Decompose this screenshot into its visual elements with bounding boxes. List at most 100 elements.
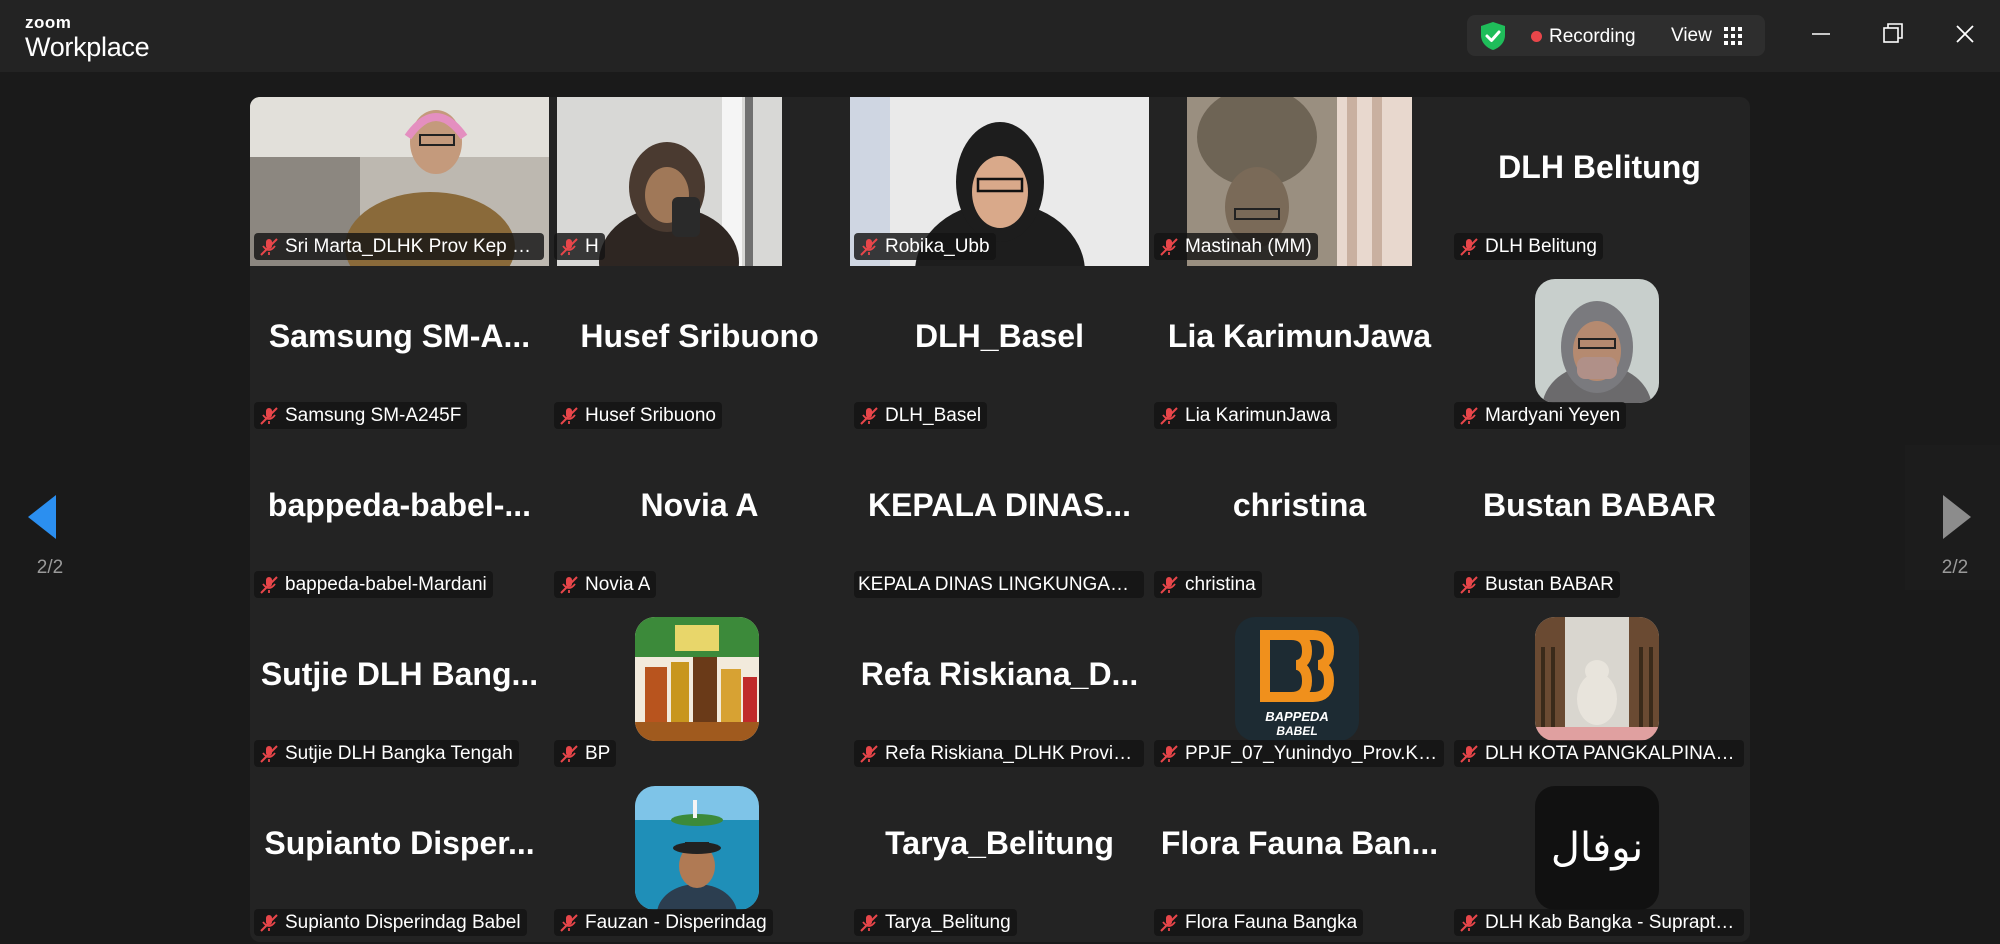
participant-nametag: BP	[554, 740, 617, 767]
participant-nametag: bappeda-babel-Mardani	[254, 571, 493, 598]
cat-window-avatar	[1535, 617, 1659, 741]
participant-display-name: Refa Riskiana_D...	[860, 656, 1139, 692]
participant-tile[interactable]: Flora Fauna Ban... Flora Fauna Bangka	[1150, 773, 1449, 942]
participant-name: Flora Fauna Bangka	[1185, 911, 1358, 933]
participant-display-name: DLH_Basel	[915, 318, 1084, 354]
beach-selfie-avatar	[635, 786, 759, 910]
svg-text:BAPPEDA: BAPPEDA	[1265, 709, 1329, 724]
participant-tile[interactable]: Fauzan - Disperindag	[550, 773, 849, 942]
muted-mic-icon	[560, 575, 578, 594]
recording-label[interactable]: Recording	[1549, 26, 1636, 48]
participant-tile[interactable]: Lia KarimunJawa Lia KarimunJawa	[1150, 266, 1449, 435]
participant-nametag: christina	[1154, 571, 1262, 598]
participant-tile[interactable]: Sutjie DLH Bang... Sutjie DLH Bangka Ten…	[250, 604, 549, 773]
next-page-nav[interactable]: 2/2	[1905, 445, 2000, 590]
participant-tile[interactable]: Samsung SM-A... Samsung SM-A245F	[250, 266, 549, 435]
participant-name: Refa Riskiana_DLHK Provinsi...	[885, 742, 1138, 764]
previous-page-nav[interactable]: 2/2	[0, 445, 100, 590]
participant-tile[interactable]: BP	[550, 604, 849, 773]
arabic-text-avatar: نوفال	[1535, 786, 1659, 910]
muted-mic-icon	[260, 913, 278, 932]
participant-nametag: Sri Marta_DLHK Prov Kep Ba...	[254, 233, 544, 260]
participant-tile[interactable]: Supianto Disper... Supianto Disperindag …	[250, 773, 549, 942]
participant-name: Sutjie DLH Bangka Tengah	[285, 742, 513, 764]
muted-mic-icon	[560, 913, 578, 932]
zoom-workplace-logo: zoom Workplace	[25, 14, 150, 61]
participant-tile[interactable]: Mastinah (MM)	[1150, 97, 1449, 266]
participant-tile[interactable]: DLH KOTA PANGKALPINANG	[1450, 604, 1749, 773]
muted-mic-icon	[1160, 406, 1178, 425]
participant-name: DLH Belitung	[1485, 235, 1597, 257]
participant-name: Novia A	[585, 573, 651, 595]
participant-name: Mastinah (MM)	[1185, 235, 1312, 257]
participant-nametag: Bustan BABAR	[1454, 571, 1620, 598]
participant-tile[interactable]: Bustan BABAR Bustan BABAR	[1450, 435, 1749, 604]
participant-display-name: Tarya_Belitung	[885, 825, 1114, 861]
participant-tile[interactable]: Mardyani Yeyen	[1450, 266, 1749, 435]
participant-name: KEPALA DINAS LINGKUNGAN ...	[858, 573, 1138, 595]
muted-mic-icon	[1460, 406, 1478, 425]
svg-text:BABEL: BABEL	[1276, 724, 1317, 738]
close-button[interactable]	[1945, 14, 1985, 54]
participant-nametag: DLH Kab Bangka - Suprapti J...	[1454, 909, 1744, 936]
participant-tile[interactable]: KEPALA DINAS... KEPALA DINAS LINGKUNGAN …	[850, 435, 1149, 604]
participant-nametag: Mastinah (MM)	[1154, 233, 1318, 260]
participant-name: BP	[585, 742, 611, 764]
participant-display-name: Bustan BABAR	[1483, 487, 1716, 523]
shield-check-icon[interactable]	[1479, 21, 1507, 51]
participant-name: Sri Marta_DLHK Prov Kep Ba...	[285, 235, 538, 257]
participant-nametag: DLH KOTA PANGKALPINANG	[1454, 740, 1744, 767]
participant-gallery: Sri Marta_DLHK Prov Kep Ba... H Robika_U…	[250, 97, 1750, 942]
muted-mic-icon	[1160, 575, 1178, 594]
arrow-right-icon[interactable]	[1943, 495, 1971, 539]
participant-nametag: Lia KarimunJawa	[1154, 402, 1337, 429]
participant-tile[interactable]: DLH Belitung DLH Belitung	[1450, 97, 1749, 266]
participant-name: Fauzan - Disperindag	[585, 911, 767, 933]
participant-display-name: Husef Sribuono	[580, 318, 819, 354]
restore-button[interactable]	[1873, 14, 1913, 54]
participant-tile[interactable]: Novia A Novia A	[550, 435, 849, 604]
muted-mic-icon	[860, 744, 878, 763]
muted-mic-icon	[1160, 913, 1178, 932]
participant-tile[interactable]: BAPPEDA BABEL PPJF_07_Yunindyo_Prov.Kep.…	[1150, 604, 1449, 773]
participant-nametag: Novia A	[554, 571, 657, 598]
participant-display-name: Sutjie DLH Bang...	[260, 656, 539, 692]
participant-nametag: Flora Fauna Bangka	[1154, 909, 1364, 936]
arrow-left-icon[interactable]	[28, 495, 56, 539]
page-indicator-right: 2/2	[1941, 557, 1969, 578]
participant-name: bappeda-babel-Mardani	[285, 573, 487, 595]
participant-name: PPJF_07_Yunindyo_Prov.Kep....	[1185, 742, 1438, 764]
participant-display-name: Novia A	[640, 487, 759, 523]
participant-display-name: DLH Belitung	[1498, 149, 1701, 185]
participant-tile[interactable]: H	[550, 97, 849, 266]
muted-mic-icon	[860, 237, 878, 256]
bappeda-logo-avatar: BAPPEDA BABEL	[1235, 617, 1359, 741]
participant-name: H	[585, 235, 599, 257]
participant-tile[interactable]: Sri Marta_DLHK Prov Kep Ba...	[250, 97, 549, 266]
avatar-text: نوفال	[1550, 825, 1644, 871]
page-indicator-left: 2/2	[36, 557, 64, 578]
participant-tile[interactable]: نوفال DLH Kab Bangka - Suprapti J...	[1450, 773, 1749, 942]
participant-tile[interactable]: Robika_Ubb	[850, 97, 1149, 266]
minimize-button[interactable]	[1801, 14, 1841, 54]
participant-name: DLH KOTA PANGKALPINANG	[1485, 742, 1738, 764]
participant-name: Samsung SM-A245F	[285, 404, 462, 426]
muted-mic-icon	[1460, 575, 1478, 594]
grid-view-icon[interactable]	[1724, 27, 1742, 45]
participant-tile[interactable]: Refa Riskiana_D... Refa Riskiana_DLHK Pr…	[850, 604, 1149, 773]
participant-tile[interactable]: christina christina	[1150, 435, 1449, 604]
participant-tile[interactable]: Tarya_Belitung Tarya_Belitung	[850, 773, 1149, 942]
participant-tile[interactable]: Husef Sribuono Husef Sribuono	[550, 266, 849, 435]
muted-mic-icon	[560, 744, 578, 763]
muted-mic-icon	[260, 575, 278, 594]
participant-display-name: bappeda-babel-...	[267, 487, 532, 523]
muted-mic-icon	[1460, 913, 1478, 932]
participant-name: Mardyani Yeyen	[1485, 404, 1621, 426]
participant-name: Lia KarimunJawa	[1185, 404, 1331, 426]
participant-tile[interactable]: bappeda-babel-... bappeda-babel-Mardani	[250, 435, 549, 604]
participant-tile[interactable]: DLH_Basel DLH_Basel	[850, 266, 1149, 435]
participant-nametag: Tarya_Belitung	[854, 909, 1017, 936]
participant-nametag: Fauzan - Disperindag	[554, 909, 773, 936]
view-button[interactable]: View	[1671, 25, 1712, 47]
participant-nametag: KEPALA DINAS LINGKUNGAN ...	[854, 571, 1144, 598]
